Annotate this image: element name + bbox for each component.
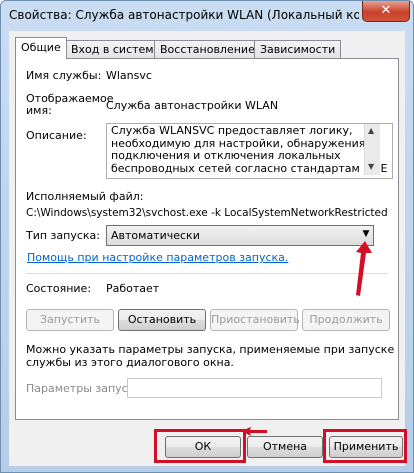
close-button[interactable]: ✕: [362, 1, 410, 22]
description-label: Описание:: [26, 129, 87, 142]
tab-logon[interactable]: Вход в систему: [65, 40, 167, 58]
state-label: Состояние:: [26, 282, 92, 295]
startup-type-label: Тип запуска:: [26, 229, 100, 242]
params-note-line: службы из этого диалогового окна.: [26, 356, 234, 369]
properties-dialog: Свойства: Служба автонастройки WLAN (Лок…: [0, 0, 414, 473]
apply-highlight-box: [323, 429, 407, 463]
dialog-client-area: Общие Вход в систему Восстановление Зави…: [9, 31, 407, 466]
params-input[interactable]: [127, 378, 382, 398]
general-tab-panel: Имя службы: Wlansvc Отображаемое имя: Сл…: [15, 58, 399, 420]
params-note-line: Можно указать параметры запуска, применя…: [26, 343, 395, 356]
state-value: Работает: [106, 282, 160, 295]
divider: [26, 273, 388, 274]
tab-dependencies[interactable]: Зависимости: [254, 40, 342, 58]
startup-type-select[interactable]: Автоматически: [106, 225, 374, 246]
tab-recovery[interactable]: Восстановление: [154, 40, 261, 58]
display-name-label: Отображаемое имя:: [26, 92, 114, 117]
executable-path: C:\Windows\system32\svchost.exe -k Local…: [26, 207, 388, 219]
scroll-down-icon[interactable]: ▼: [368, 162, 374, 171]
scroll-up-icon[interactable]: ▲: [368, 126, 374, 135]
description-line: Служба WLANSVC предоставляет логику,: [111, 124, 353, 137]
pause-button[interactable]: Приостановить: [210, 309, 300, 331]
description-line: беспроводных сетей согласно стандартам I…: [111, 161, 388, 175]
start-button[interactable]: Запустить: [26, 309, 114, 331]
title-bar[interactable]: Свойства: Служба автонастройки WLAN (Лок…: [1, 1, 413, 31]
resume-button[interactable]: Продолжить: [302, 309, 390, 331]
red-arrow-icon: [356, 241, 372, 296]
display-name-value: Служба автонастройки WLAN: [106, 99, 279, 112]
tab-general[interactable]: Общие: [15, 37, 67, 59]
window-title: Свойства: Служба автонастройки WLAN (Лок…: [9, 8, 359, 22]
description-line: подключения и отключения локальных: [111, 149, 341, 162]
description-box[interactable]: Служба WLANSVC предоставляет логику, нео…: [106, 123, 393, 179]
red-arrow-icon: [241, 427, 267, 436]
description-scrollbar[interactable]: ▲ ▼: [364, 124, 380, 175]
executable-label: Исполняемый файл:: [26, 190, 144, 203]
service-name-label: Имя службы:: [26, 69, 102, 82]
service-name-value: Wlansvc: [106, 69, 152, 82]
startup-help-link[interactable]: Помощь при настройке параметров запуска.: [27, 251, 288, 264]
stop-button[interactable]: Остановить: [118, 309, 206, 331]
ok-highlight-box: [154, 429, 246, 463]
